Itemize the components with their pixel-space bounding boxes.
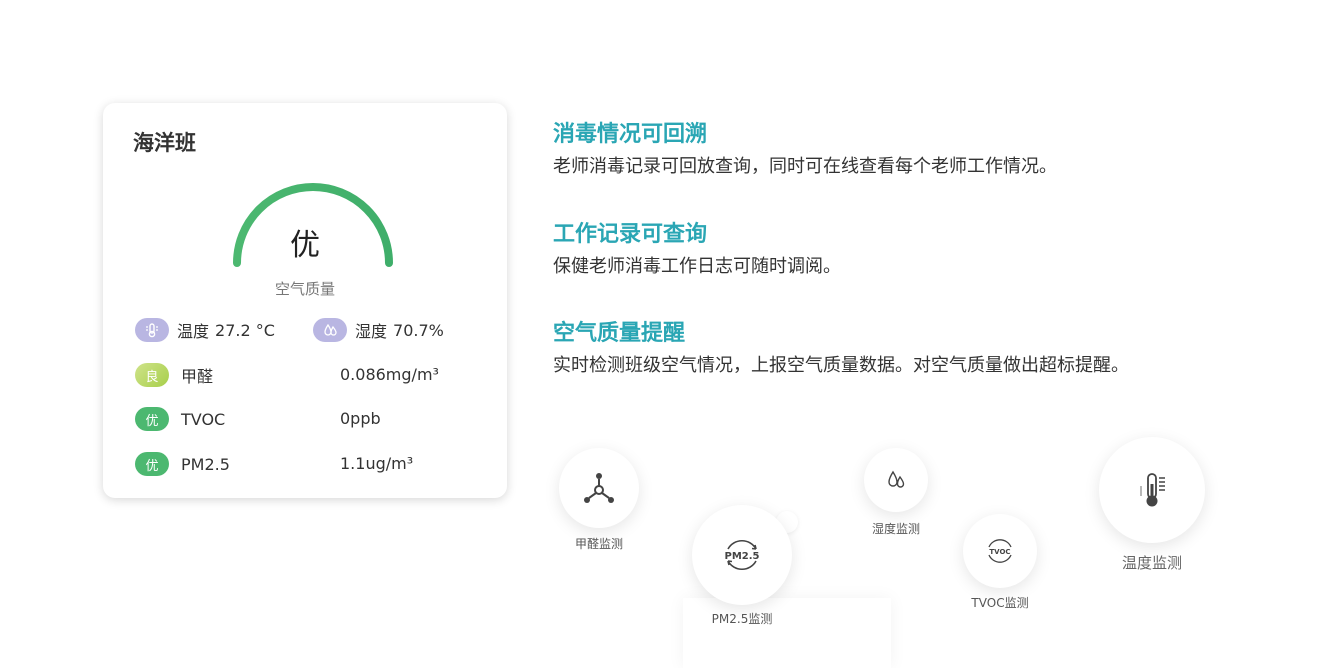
pollutant-name: PM2.5 xyxy=(181,454,230,474)
feature-work-record: 工作记录可查询 保健老师消毒工作日志可随时调阅。 xyxy=(553,221,841,281)
decorative-panel xyxy=(683,598,891,668)
temperature-monitor xyxy=(1099,437,1205,543)
thermometer-icon xyxy=(1140,473,1165,507)
thermometer-icon xyxy=(135,318,169,342)
formaldehyde-monitor xyxy=(559,448,639,528)
humidity-label: 湿度 xyxy=(355,322,388,341)
formaldehyde-value: 0.086mg/m³ xyxy=(340,365,439,384)
pm25-monitor: PM2.5 xyxy=(692,505,792,605)
feature-desc: 老师消毒记录可回放查询，同时可在线查看每个老师工作情况。 xyxy=(553,156,1057,177)
svg-text:PM2.5: PM2.5 xyxy=(725,551,760,562)
temperature-reading: 温度 27.2 °C xyxy=(135,317,275,343)
air-quality-card: 海洋班 优 空气质量 温度 27.2 °C 湿度 70.7% 良 甲醛 0.08… xyxy=(103,103,507,498)
feature-desc: 实时检测班级空气情况，上报空气质量数据。对空气质量做出超标提醒。 xyxy=(553,355,1129,376)
gauge-label: 空气质量 xyxy=(274,280,335,298)
water-drops-icon xyxy=(888,470,905,488)
humidity-monitor-label: 湿度监测 xyxy=(871,522,920,536)
molecule-icon xyxy=(584,473,614,503)
formaldehyde-row: 良 甲醛 xyxy=(135,362,213,388)
tvoc-monitor: TVOC xyxy=(963,514,1037,588)
pollutant-name: TVOC xyxy=(181,409,226,429)
feature-desc: 保健老师消毒工作日志可随时调阅。 xyxy=(553,256,841,277)
humidity-monitor xyxy=(864,448,928,512)
pollutant-name: 甲醛 xyxy=(181,367,214,386)
tvoc-icon: TVOC xyxy=(988,539,1012,563)
water-drops-icon xyxy=(313,318,347,342)
formaldehyde-monitor-label: 甲醛监测 xyxy=(574,537,623,551)
temperature-value: 27.2 °C xyxy=(215,320,275,340)
feature-title: 空气质量提醒 xyxy=(553,321,686,346)
pm25-row: 优 PM2.5 xyxy=(135,451,230,477)
feature-title: 工作记录可查询 xyxy=(553,222,708,247)
pm25-monitor-label: PM2.5监测 xyxy=(711,612,773,626)
pm25-value: 1.1ug/m³ xyxy=(340,454,414,473)
temperature-monitor-label: 温度监测 xyxy=(1121,554,1182,572)
humidity-value: 70.7% xyxy=(393,320,444,340)
feature-disinfection-trace: 消毒情况可回溯 老师消毒记录可回放查询，同时可在线查看每个老师工作情况。 xyxy=(553,121,1057,181)
feature-title: 消毒情况可回溯 xyxy=(553,122,708,147)
air-quality-grade: 优 xyxy=(290,228,320,263)
feature-air-alert: 空气质量提醒 实时检测班级空气情况，上报空气质量数据。对空气质量做出超标提醒。 xyxy=(553,320,1129,380)
pm25-icon: PM2.5 xyxy=(725,540,760,570)
svg-text:TVOC: TVOC xyxy=(989,548,1010,556)
grade-badge: 良 xyxy=(135,363,169,387)
grade-badge: 优 xyxy=(135,452,169,476)
tvoc-monitor-label: TVOC监测 xyxy=(971,596,1029,610)
grade-badge: 优 xyxy=(135,407,169,431)
tvoc-value: 0ppb xyxy=(340,409,381,428)
temperature-label: 温度 xyxy=(177,322,210,341)
class-name: 海洋班 xyxy=(133,131,196,155)
humidity-reading: 湿度 70.7% xyxy=(313,317,444,343)
tvoc-row: 优 TVOC xyxy=(135,406,225,432)
